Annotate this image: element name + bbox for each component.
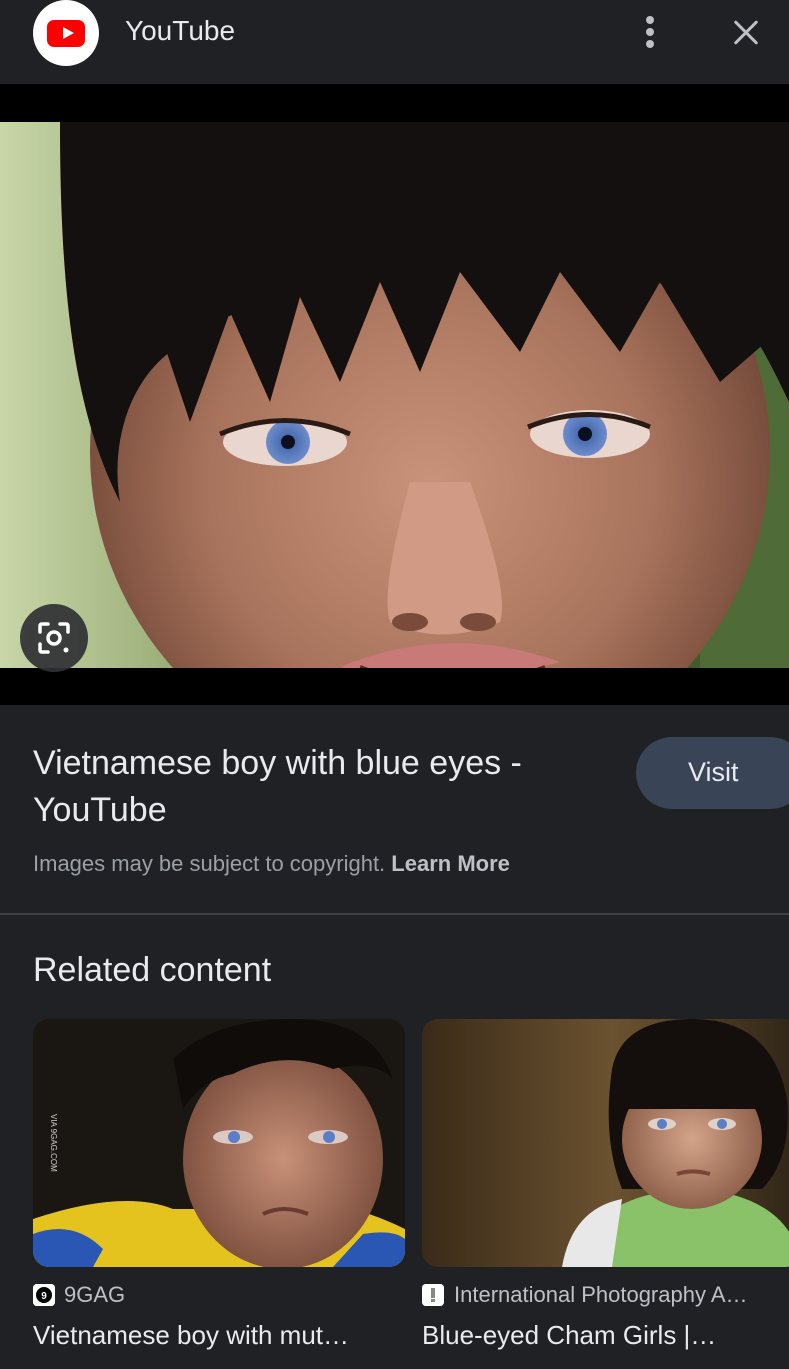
- related-title-2[interactable]: Blue-eyed Cham Girls |…: [422, 1320, 716, 1351]
- related-image-1[interactable]: VIA 9GAG.COM: [33, 1019, 405, 1267]
- related-title-1[interactable]: Vietnamese boy with mut…: [33, 1320, 349, 1351]
- close-icon[interactable]: [726, 13, 766, 53]
- image-viewer: [0, 84, 789, 705]
- site-name: YouTube: [125, 15, 236, 46]
- copyright-text: Images may be subject to copyright.: [33, 851, 386, 876]
- more-options-icon[interactable]: [630, 10, 670, 54]
- svg-text:VIA 9GAG.COM: VIA 9GAG.COM: [49, 1114, 58, 1172]
- visit-button[interactable]: Visit: [636, 737, 789, 809]
- related-image-2[interactable]: [422, 1019, 789, 1267]
- svg-text:9: 9: [41, 1291, 47, 1302]
- main-image[interactable]: [0, 122, 789, 668]
- divider: [0, 913, 789, 915]
- site-favicon-icon: [422, 1284, 444, 1306]
- related-source-2: International Photography A…: [454, 1282, 748, 1307]
- related-heading: Related content: [33, 951, 272, 989]
- youtube-logo-icon: [33, 0, 99, 66]
- lens-icon: [38, 622, 70, 654]
- top-bar: YouTube: [0, 0, 789, 84]
- copyright-notice: Images may be subject to copyright. Lear…: [33, 851, 510, 877]
- related-source-1: 9GAG: [64, 1282, 126, 1307]
- google-lens-button[interactable]: [20, 604, 88, 672]
- 9gag-icon: 9: [33, 1284, 55, 1306]
- result-title[interactable]: Vietnamese boy with blue eyes - YouTube: [33, 740, 613, 834]
- learn-more-link[interactable]: Learn More: [391, 851, 510, 876]
